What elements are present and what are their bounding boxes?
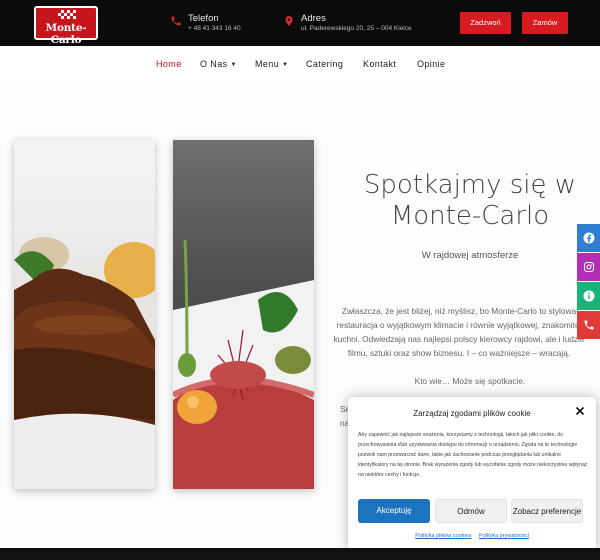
chevron-down-icon: ▼ xyxy=(282,62,289,68)
cookie-policy-link[interactable]: Polityka plików cookies xyxy=(415,533,471,539)
address-label: Adres xyxy=(301,13,326,24)
nav-item-label: Catering xyxy=(306,59,344,69)
intro-paragraph: Zwłaszcza, że jest bliżej, niż myślisz, … xyxy=(333,306,585,358)
cookie-title: Zarządzaj zgodami plików cookie xyxy=(413,409,531,418)
privacy-policy-link[interactable]: Polityka prywatności xyxy=(479,533,529,539)
heading-line-1: Spotkajmy się w xyxy=(363,170,577,200)
logo[interactable]: Monte-Carlo xyxy=(34,6,98,46)
main-nav: Home O Nas ▼ Menu ▼ Catering Kontakt Opini… xyxy=(0,46,600,82)
phone-link[interactable] xyxy=(577,311,600,339)
nav-item-kontakt[interactable]: Kontakt xyxy=(363,59,396,69)
nav-item-o-nas[interactable]: O Nas ▼ xyxy=(200,59,237,69)
order-button[interactable]: Zamów xyxy=(522,12,568,34)
facebook-link[interactable] xyxy=(577,224,600,252)
call-button[interactable]: Zadzwoń xyxy=(460,12,511,34)
checkered-flags-icon xyxy=(58,10,76,19)
accept-cookies-button[interactable]: Akceptuję xyxy=(358,499,430,523)
map-pin-icon xyxy=(285,16,293,26)
page-heading: Spotkajmy się w Monte-Carlo xyxy=(345,170,595,232)
cookie-consent-dialog: Zarządzaj zgodami plików cookie Aby zape… xyxy=(348,397,596,552)
phone-number[interactable]: + 48 41 343 16 40 xyxy=(188,25,241,32)
instagram-icon xyxy=(583,261,595,273)
nav-item-home[interactable]: Home xyxy=(156,59,182,69)
chevron-down-icon: ▼ xyxy=(230,62,237,68)
phone-icon xyxy=(171,16,181,26)
subheading: W rajdowej atmosferze xyxy=(421,250,519,261)
instagram-link[interactable] xyxy=(577,253,600,281)
footer-bar xyxy=(0,548,600,560)
nav-item-label: Opinie xyxy=(417,59,446,69)
logo-text: Monte-Carlo xyxy=(45,22,87,46)
nav-item-label: Menu xyxy=(255,59,280,69)
nav-item-menu[interactable]: Menu ▼ xyxy=(255,59,288,69)
cookie-links: Polityka plików cookies Polityka prywatn… xyxy=(348,533,596,539)
top-bar: Monte-Carlo Telefon + 48 41 343 16 40 Ad… xyxy=(0,0,600,46)
food-photo-steak xyxy=(14,140,155,489)
nav-item-label: Kontakt xyxy=(363,59,397,69)
intro-paragraph-2: Kto wie… Może się spotkacie. xyxy=(414,376,526,386)
cookie-body-text: Aby zapewnić jak najlepsze wrażenia, kor… xyxy=(358,432,588,478)
address-value: ul. Paderewskiego 20, 25 – 004 Kielce xyxy=(301,25,412,32)
phone-icon xyxy=(584,320,594,330)
nav-item-label: Home xyxy=(156,59,182,69)
nav-item-label: O Nas xyxy=(200,59,228,69)
view-preferences-button[interactable]: Zobacz preferencje xyxy=(511,499,583,523)
deny-cookies-button[interactable]: Odmów xyxy=(435,499,507,523)
info-icon xyxy=(583,290,595,302)
nav-item-opinie[interactable]: Opinie xyxy=(417,59,445,69)
phone-label: Telefon xyxy=(188,13,219,24)
facebook-icon xyxy=(583,232,595,244)
nav-item-catering[interactable]: Catering xyxy=(306,59,343,69)
food-photo-tartare xyxy=(173,140,314,489)
close-icon[interactable] xyxy=(574,405,586,417)
info-link[interactable] xyxy=(577,282,600,310)
heading-line-2: Monte-Carlo xyxy=(390,201,550,231)
